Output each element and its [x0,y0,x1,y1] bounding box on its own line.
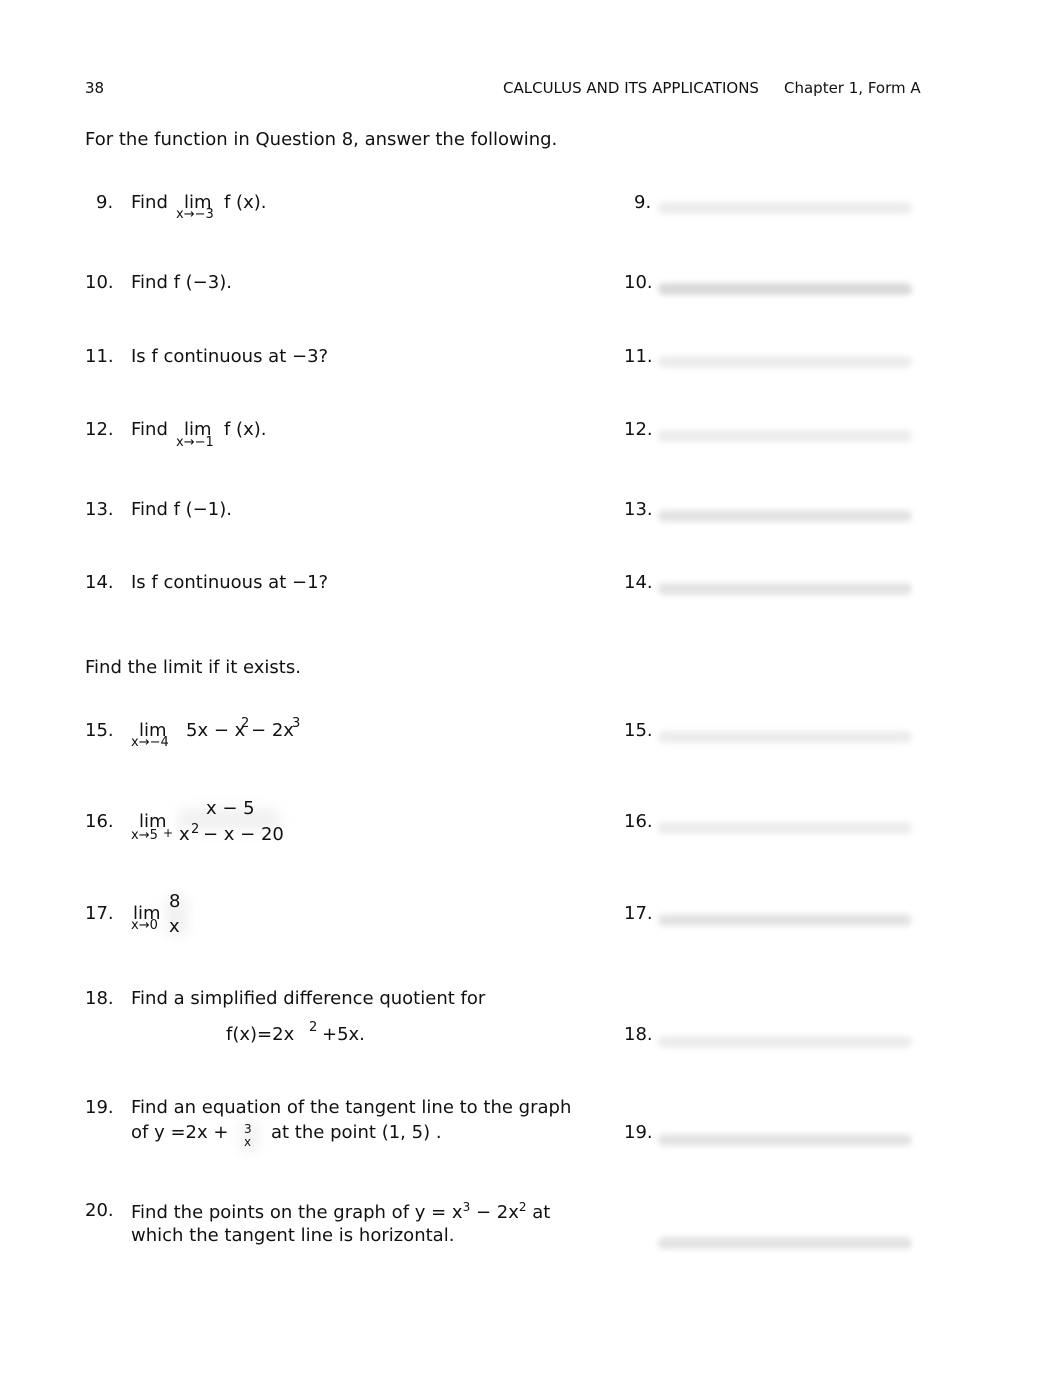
answer-label: 13. [624,499,653,520]
question-text-suffix: f (x). [224,419,267,440]
denominator: x [179,824,190,845]
denominator: − x − 20 [203,824,284,845]
section-instruction: Find the limit if it exists. [85,657,301,678]
answer-blank[interactable] [658,822,912,834]
answer-blank[interactable] [658,510,912,522]
exponent: 2 [241,716,250,731]
lim-subscript: x→−1 [176,435,214,450]
question-number: 10. [85,272,114,293]
book-title: CALCULUS AND ITS APPLICATIONS [503,79,759,97]
fraction-numerator: 3 [244,1122,252,1136]
exponent: 2 [191,822,200,837]
section-instruction: For the function in Question 8, answer t… [85,129,558,150]
text-part: Find the points on the graph of y = x [131,1202,463,1223]
answer-blank[interactable] [658,1134,912,1146]
answer-blank[interactable] [658,430,912,442]
question-number: 9. [96,192,114,213]
expression-part: − 2x [245,720,294,741]
answer-label: 19. [624,1122,653,1143]
answer-blank[interactable] [658,1237,912,1249]
answer-label: 18. [624,1024,653,1045]
answer-label: 12. [624,419,653,440]
question-text: Find f (−3). [131,272,232,293]
fraction-denominator: x [244,1135,252,1149]
answer-label: 17. [624,903,653,924]
answer-label: 16. [624,811,653,832]
text-part: at [526,1202,551,1223]
answer-label: 15. [624,720,653,741]
expression: 5x − x − 2x [186,720,294,741]
question-text: Is f continuous at −1? [131,572,329,593]
lim-subscript: x→−4 [131,735,169,750]
answer-blank[interactable] [658,583,912,595]
question-number: 19. [85,1097,114,1118]
page-number: 38 [85,79,105,97]
answer-blank[interactable] [658,914,912,926]
answer-blank[interactable] [658,356,912,368]
answer-blank[interactable] [658,283,912,295]
question-text: Find f (−1). [131,499,232,520]
formula: f(x)=2x [226,1024,295,1045]
question-number: 13. [85,499,114,520]
question-text: of y =2x + [131,1122,229,1143]
numerator: 8 [169,891,181,912]
question-text: which the tangent line is horizontal. [131,1225,455,1246]
question-number: 11. [85,346,114,367]
expression-part: 5x − x [186,720,246,741]
question-number: 15. [85,720,114,741]
question-number: 17. [85,903,114,924]
chapter-label: Chapter 1, Form A [784,79,921,97]
lim-subscript-sup: + [163,826,174,840]
lim-subscript: x→5 [131,828,158,843]
question-number: 14. [85,572,114,593]
lim-subscript: x→−3 [176,207,214,222]
formula: +5x. [322,1024,365,1045]
answer-label: 11. [624,346,653,367]
question-number: 20. [85,1200,114,1221]
answer-blank[interactable] [658,731,912,743]
text-part: − 2x [470,1202,519,1223]
answer-label: 14. [624,572,653,593]
denominator: x [169,916,180,937]
question-text: Find [131,192,168,213]
answer-label: 9. [634,192,652,213]
answer-label: 10. [624,272,653,293]
question-number: 16. [85,811,114,832]
question-text-suffix: f (x). [224,192,267,213]
exponent: 2 [518,1200,527,1214]
answer-blank[interactable] [658,202,912,214]
question-text: Find the points on the graph of y = x3 −… [131,1200,550,1223]
lim-subscript: x→0 [131,918,158,933]
question-text: at the point (1, 5) . [271,1122,442,1143]
question-text: Find an equation of the tangent line to … [131,1097,572,1118]
answer-blank[interactable] [658,1036,912,1048]
exponent: 3 [292,716,301,731]
question-text: Is f continuous at −3? [131,346,329,367]
exponent: 2 [309,1020,318,1035]
question-number: 18. [85,988,114,1009]
question-number: 12. [85,419,114,440]
question-text: Find a simplified difference quotient fo… [131,988,486,1009]
question-text: Find [131,419,168,440]
numerator: x − 5 [206,798,255,819]
